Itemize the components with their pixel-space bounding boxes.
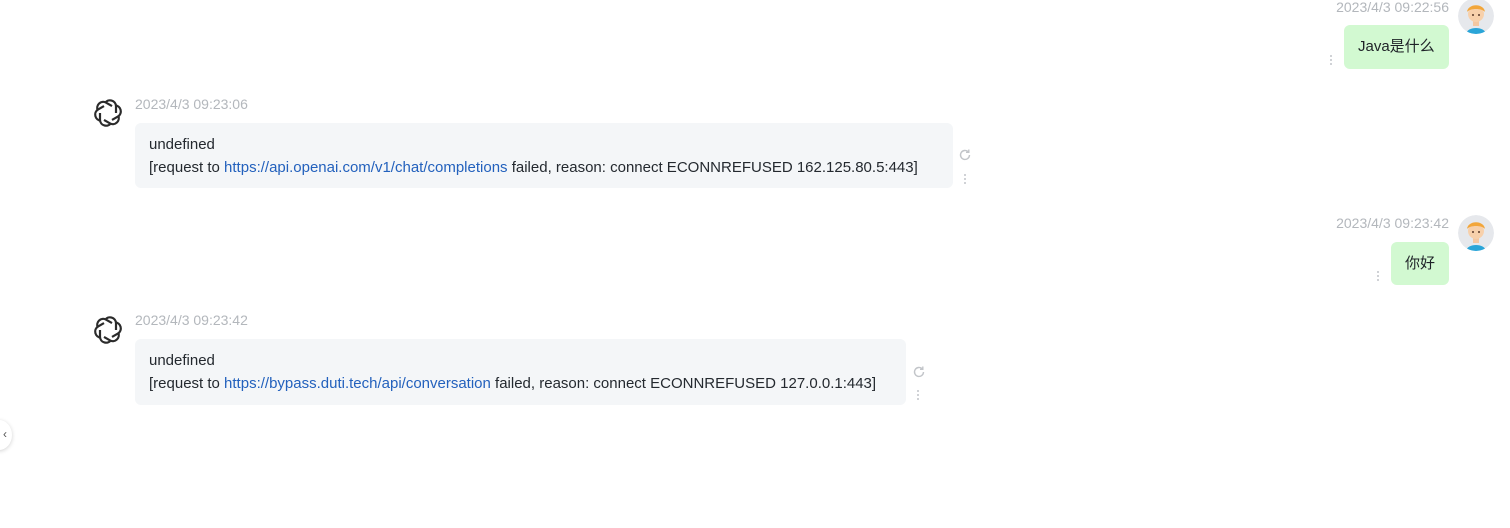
chevron-left-icon: ‹ — [3, 427, 7, 441]
message-timestamp: 2023/4/3 09:23:42 — [135, 312, 248, 328]
refresh-icon[interactable] — [912, 365, 926, 379]
user-message-text: Java是什么 — [1358, 38, 1435, 55]
assistant-error-line: [request to https://api.openai.com/v1/ch… — [149, 156, 939, 179]
chat-window: 2023/4/3 09:22:56 Java是什么 2023/4/3 09:23… — [0, 0, 1510, 528]
message-timestamp: 2023/4/3 09:23:42 — [1336, 215, 1449, 231]
assistant-message-line: undefined — [149, 136, 215, 153]
more-vertical-icon[interactable] — [1375, 271, 1381, 285]
error-prefix: [request to — [149, 375, 225, 392]
more-vertical-icon[interactable] — [1328, 55, 1334, 69]
refresh-icon[interactable] — [958, 148, 972, 162]
assistant-message-bubble: undefined [request to https://bypass.dut… — [135, 339, 906, 405]
user-message-bubble: 你好 — [1391, 242, 1449, 285]
assistant-error-line: [request to https://bypass.duti.tech/api… — [149, 372, 892, 395]
error-suffix: failed, reason: connect ECONNREFUSED 127… — [490, 375, 877, 392]
error-prefix: [request to — [149, 159, 225, 176]
message-timestamp: 2023/4/3 09:22:56 — [1336, 0, 1449, 15]
user-message-bubble: Java是什么 — [1344, 25, 1449, 69]
error-suffix: failed, reason: connect ECONNREFUSED 162… — [507, 159, 918, 176]
openai-logo-icon — [92, 97, 124, 129]
more-vertical-icon[interactable] — [915, 390, 921, 404]
message-timestamp: 2023/4/3 09:23:06 — [135, 96, 248, 112]
request-url-link[interactable]: https://bypass.duti.tech/api/conversatio… — [224, 375, 491, 392]
more-vertical-icon[interactable] — [962, 174, 968, 188]
sidebar-collapse-button[interactable]: ‹ — [0, 420, 12, 450]
assistant-message-bubble: undefined [request to https://api.openai… — [135, 123, 953, 188]
user-avatar-icon[interactable] — [1458, 215, 1494, 251]
user-message-text: 你好 — [1405, 255, 1436, 272]
openai-logo-icon — [92, 314, 124, 346]
user-avatar-icon[interactable] — [1458, 0, 1494, 34]
assistant-message-line: undefined — [149, 352, 215, 369]
request-url-link[interactable]: https://api.openai.com/v1/chat/completio… — [224, 159, 508, 176]
